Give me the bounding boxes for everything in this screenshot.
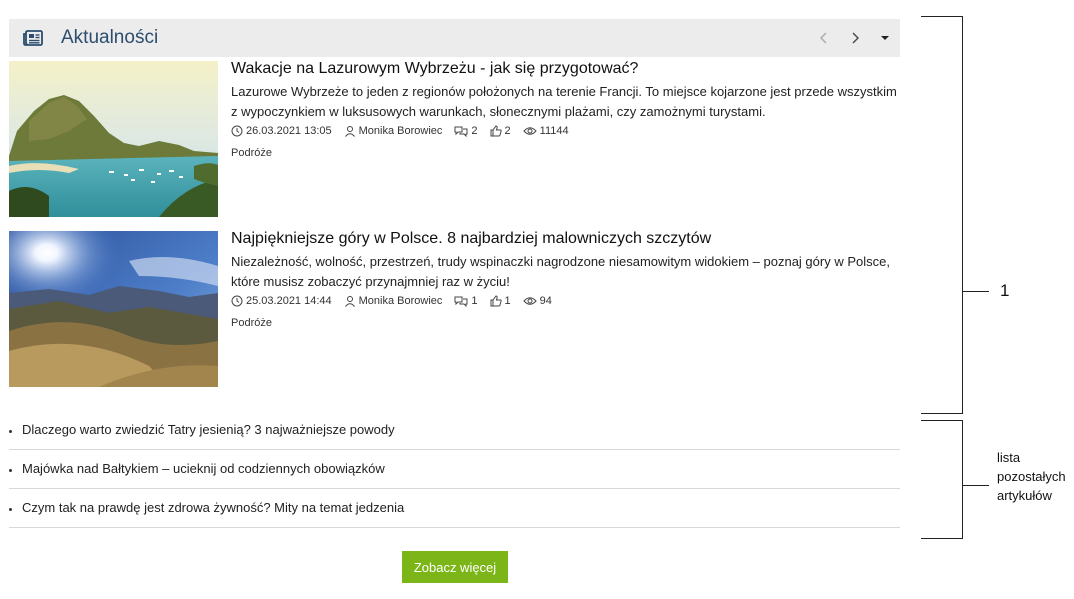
widget-title: Aktualności xyxy=(61,27,159,48)
news-widget: Aktualności xyxy=(9,19,900,57)
bullet xyxy=(9,430,12,433)
article-likes[interactable]: 2 xyxy=(490,125,511,137)
chevron-left-icon[interactable] xyxy=(816,29,832,47)
article-views: 94 xyxy=(522,295,552,307)
bullet xyxy=(9,469,12,472)
article-author[interactable]: Monika Borowiec xyxy=(344,125,442,137)
bracket-pointer xyxy=(963,485,989,486)
clock-icon xyxy=(231,125,243,137)
see-more-button[interactable]: Zobacz więcej xyxy=(402,551,508,583)
article-category[interactable]: Podróże xyxy=(231,147,272,159)
mountain-sunburst-photo[interactable] xyxy=(9,231,218,387)
thumbs-up-icon xyxy=(490,125,502,137)
article-comments[interactable]: 2 xyxy=(454,125,478,137)
article-date: 26.03.2021 13:05 xyxy=(231,125,332,137)
list-item[interactable]: Majówka nad Bałtykiem – ucieknij od codz… xyxy=(9,450,900,489)
featured-articles-bracket xyxy=(921,16,963,414)
article-author[interactable]: Monika Borowiec xyxy=(344,295,442,307)
article-meta: 25.03.2021 14:44 Monika Borowiec 1 1 94 xyxy=(231,295,564,307)
clock-icon xyxy=(231,295,243,307)
eye-icon xyxy=(522,297,537,305)
featured-article: Najpiękniejsze góry w Polsce. 8 najbardz… xyxy=(9,230,901,388)
article-description: Lazurowe Wybrzeże to jeden z regionów po… xyxy=(231,84,897,119)
list-item-title: Majówka nad Bałtykiem – ucieknij od codz… xyxy=(22,461,385,476)
user-icon xyxy=(344,296,355,307)
widget-header: Aktualności xyxy=(9,19,900,57)
other-articles-list: Dlaczego warto zwiedzić Tatry jesienią? … xyxy=(9,411,900,528)
featured-article: Wakacje na Lazurowym Wybrzeżu - jak się … xyxy=(9,60,901,218)
coastal-bay-photo[interactable] xyxy=(9,61,218,217)
article-description: Niezależność, wolność, przestrzeń, trudy… xyxy=(231,254,890,289)
eye-icon xyxy=(522,127,537,135)
bullet xyxy=(9,508,12,511)
caret-down-icon[interactable] xyxy=(877,29,893,47)
bracket-pointer xyxy=(963,291,989,292)
article-meta: 26.03.2021 13:05 Monika Borowiec 2 2 111… xyxy=(231,125,581,137)
thumbs-up-icon xyxy=(490,295,502,307)
article-date: 25.03.2021 14:44 xyxy=(231,295,332,307)
other-articles-bracket xyxy=(921,420,963,539)
article-title[interactable]: Wakacje na Lazurowym Wybrzeżu - jak się … xyxy=(231,60,901,78)
article-likes[interactable]: 1 xyxy=(490,295,511,307)
article-comments[interactable]: 1 xyxy=(454,295,478,307)
annotation-marker-1: 1 xyxy=(1000,281,1010,300)
comments-icon xyxy=(454,126,468,137)
list-item[interactable]: Czym tak na prawdę jest zdrowa żywność? … xyxy=(9,489,900,528)
list-item[interactable]: Dlaczego warto zwiedzić Tatry jesienią? … xyxy=(9,411,900,450)
article-views: 11144 xyxy=(522,125,569,137)
user-icon xyxy=(344,126,355,137)
article-title[interactable]: Najpiękniejsze góry w Polsce. 8 najbardz… xyxy=(231,230,901,248)
article-category[interactable]: Podróże xyxy=(231,317,272,329)
list-item-title: Czym tak na prawdę jest zdrowa żywność? … xyxy=(22,500,405,515)
list-item-title: Dlaczego warto zwiedzić Tatry jesienią? … xyxy=(22,422,395,437)
newspaper-icon xyxy=(23,30,43,46)
chevron-right-icon[interactable] xyxy=(847,29,863,47)
comments-icon xyxy=(454,296,468,307)
annotation-list-label: lista pozostałych artykułów xyxy=(997,450,1066,503)
